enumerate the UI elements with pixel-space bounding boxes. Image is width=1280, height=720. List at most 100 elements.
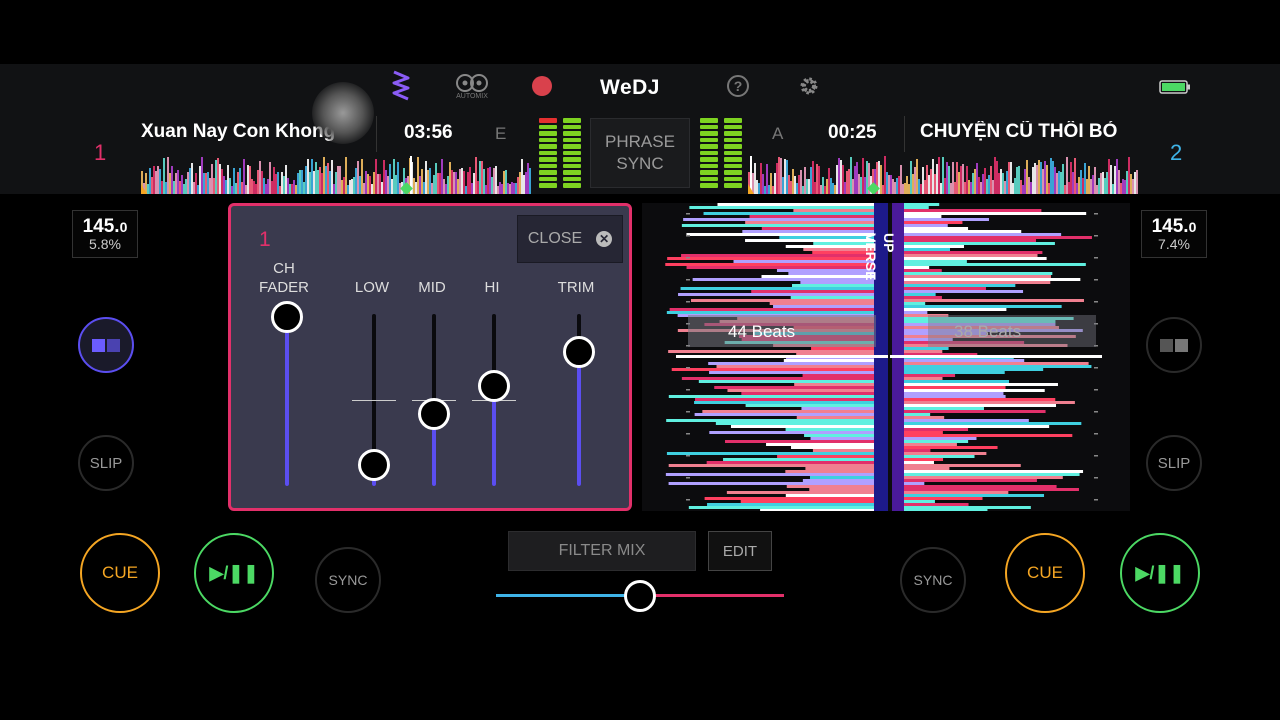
waveform-bar: [904, 227, 969, 230]
vu-segment: [539, 176, 557, 182]
deck2-view-toggle-button[interactable]: [1146, 317, 1202, 373]
ch-fader-label: CH FADER: [258, 260, 309, 296]
waveform-bar: [681, 224, 874, 227]
beat-tick: [1094, 389, 1098, 391]
waveform-bar: [725, 440, 874, 443]
ch-fader-slider-knob[interactable]: [271, 301, 303, 334]
scrolling-waveform-view[interactable]: VERSE UP 44 Beats 38 Beats: [642, 203, 1130, 511]
start-marker: [141, 184, 147, 194]
waveform-icon[interactable]: [388, 70, 414, 102]
deck1-key: E: [495, 124, 507, 143]
deck1-playhead: [676, 355, 888, 358]
vu-segment: [724, 176, 742, 182]
low-slider-knob[interactable]: [358, 449, 390, 482]
deck2-overview-waveform[interactable]: [748, 156, 1138, 194]
waveform-bar: [805, 467, 874, 470]
edit-button[interactable]: EDIT: [708, 531, 772, 571]
waveform-bar: [801, 407, 874, 410]
waveform-bar: [904, 275, 1051, 278]
waveform-bar: [904, 245, 964, 248]
waveform-bar: [904, 458, 944, 461]
waveform-bar: [760, 509, 874, 511]
trim-slider-knob[interactable]: [563, 335, 595, 368]
waveform-bar: [904, 482, 925, 485]
vu-segment: [724, 150, 742, 156]
deck1-bpm-display[interactable]: 145.0 5.8%: [72, 210, 138, 258]
vu-segment: [563, 131, 581, 136]
divider: [376, 116, 377, 152]
touch-indicator: [312, 82, 374, 144]
help-icon[interactable]: ?: [727, 75, 749, 97]
vu-segment: [700, 157, 718, 162]
waveform-bar: [666, 452, 874, 455]
vu-segment: [724, 124, 742, 130]
deck2-sync-button[interactable]: SYNC: [900, 547, 966, 613]
crossfader-track-right: [640, 594, 784, 597]
vu-segment: [563, 163, 581, 169]
deck1-time: 03:56: [404, 122, 453, 143]
deck2-bpm-display[interactable]: 145.0 7.4%: [1141, 210, 1207, 258]
waveform-bar: [904, 350, 943, 353]
waveform-bar: [904, 446, 998, 449]
phrase-marker: VERSE UP: [858, 233, 902, 285]
vu-segment: [539, 118, 557, 123]
waveform-bar: [686, 266, 874, 269]
waveform-bar: [694, 413, 874, 416]
waveform-bar: [703, 212, 874, 215]
deck1-sync-button[interactable]: SYNC: [315, 547, 381, 613]
waveform-bar: [904, 491, 1009, 494]
waveform-bar: [904, 434, 1073, 437]
deck2-slip-button[interactable]: SLIP: [1146, 435, 1202, 491]
waveform-bar: [811, 347, 874, 350]
waveform-bar: [786, 485, 874, 488]
waveform-bar: [694, 401, 874, 404]
deck2-track-title: CHUYỆN CŨ THÔI BỎ: [920, 121, 1118, 142]
vu-segment: [700, 137, 718, 143]
automix-label: AUTOMIX: [456, 92, 488, 100]
deck2-cue-button[interactable]: CUE: [1005, 533, 1085, 613]
gear-icon[interactable]: [798, 75, 820, 97]
deck1-level-meter-right: [563, 118, 581, 189]
waveform-bar: [904, 296, 942, 299]
channel-mixer-panel: 1 CLOSE ✕ CH FADER LOW MID HI TRIM: [228, 203, 632, 511]
deck2-level-meter-right: [724, 118, 742, 189]
hi-slider-knob[interactable]: [478, 370, 510, 403]
beat-tick: [686, 301, 690, 303]
waveform-bar: [904, 404, 1057, 407]
waveform-bar: [904, 230, 1022, 233]
phrase-sync-button[interactable]: PHRASE SYNC: [590, 118, 690, 188]
close-button[interactable]: CLOSE ✕: [517, 215, 623, 263]
vu-segment: [700, 118, 718, 123]
filter-mix-button[interactable]: FILTER MIX: [508, 531, 696, 571]
waveform-bar: [904, 422, 1082, 425]
deck1-view-toggle-button[interactable]: [78, 317, 134, 373]
waveform-bar: [904, 347, 949, 350]
record-icon[interactable]: [532, 76, 552, 96]
deck1-cue-button[interactable]: CUE: [80, 533, 160, 613]
crossfader-knob[interactable]: [624, 580, 656, 612]
waveform-bar: [904, 461, 934, 464]
waveform-bar: [665, 263, 874, 266]
waveform-bar: [904, 239, 1037, 242]
beat-tick: [686, 213, 690, 215]
mid-slider-knob[interactable]: [418, 397, 450, 430]
waveform-bar: [689, 206, 874, 209]
deck1-overview-waveform[interactable]: [141, 156, 531, 194]
deck1-slip-button[interactable]: SLIP: [78, 435, 134, 491]
trim-label: TRIM: [557, 279, 595, 296]
deck1-number: 1: [94, 140, 107, 165]
waveform-bar: [785, 428, 874, 431]
waveform-bar: [702, 410, 874, 413]
waveform-bar: [766, 443, 874, 446]
vu-segment: [563, 150, 581, 156]
waveform-bar: [904, 410, 1046, 413]
beat-tick: [686, 367, 690, 369]
automix-icon[interactable]: AUTOMIX: [453, 70, 491, 102]
waveform-bar: [904, 494, 1045, 497]
waveform-bar: [668, 464, 874, 467]
deck1-play-pause-button[interactable]: ▶/❚❚: [194, 533, 274, 613]
beat-tick: [1094, 433, 1098, 435]
deck2-play-pause-button[interactable]: ▶/❚❚: [1120, 533, 1200, 613]
waveform-bar: [904, 413, 931, 416]
vu-segment: [563, 144, 581, 149]
